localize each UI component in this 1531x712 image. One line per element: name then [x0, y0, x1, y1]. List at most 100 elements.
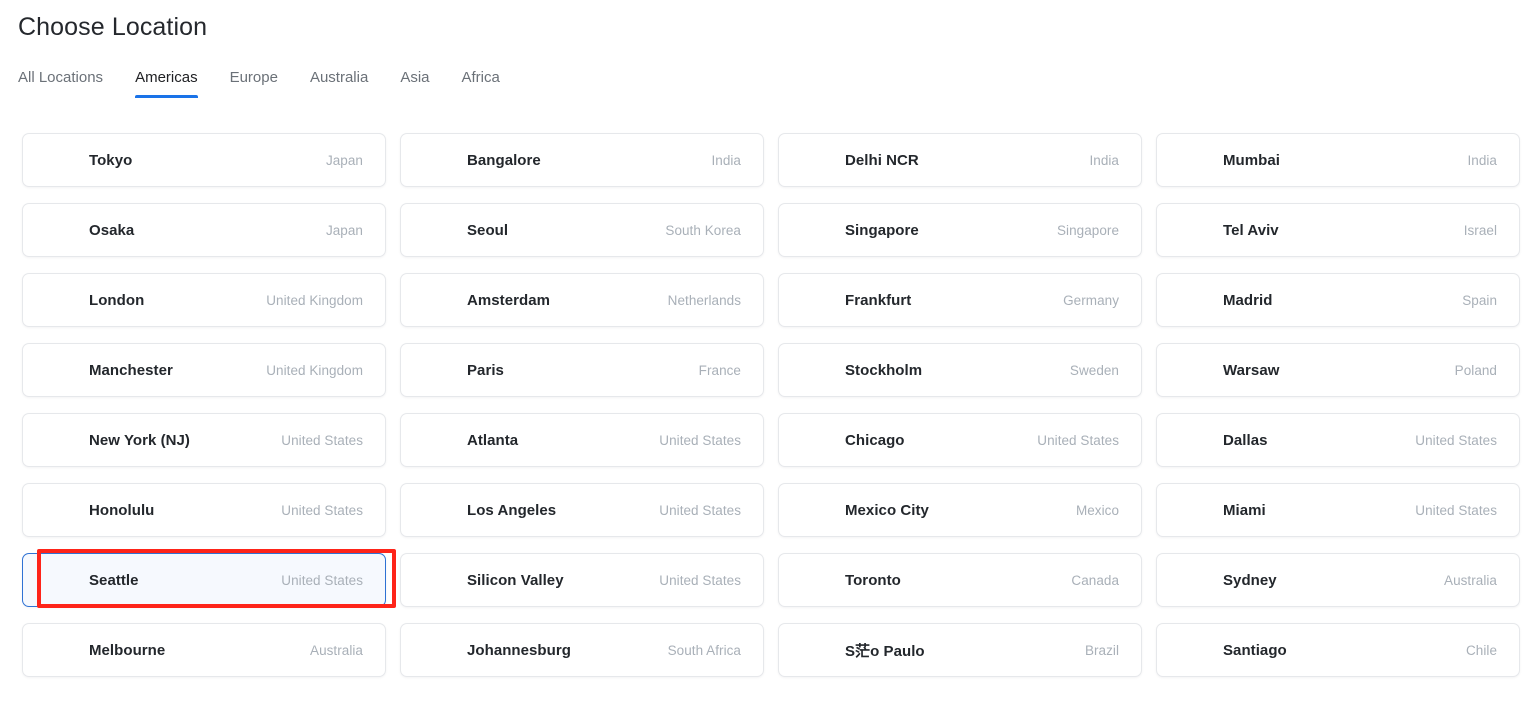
location-country-label: United States: [1415, 502, 1497, 518]
location-card[interactable]: Bangalore India: [400, 133, 764, 187]
location-city-label: Osaka: [89, 221, 135, 239]
location-card[interactable]: Osaka Japan: [22, 203, 386, 257]
location-country-label: Japan: [325, 222, 363, 238]
location-card[interactable]: Delhi NCR India: [778, 133, 1142, 187]
location-city-label: Seattle: [89, 571, 139, 589]
location-city-label: Sydney: [1223, 571, 1277, 589]
tab-australia[interactable]: Australia: [294, 69, 384, 98]
location-country-label: United States: [1037, 432, 1119, 448]
location-city-label: London: [89, 291, 145, 309]
location-card[interactable]: Honolulu United States: [22, 483, 386, 537]
location-card[interactable]: Seoul South Korea: [400, 203, 764, 257]
location-card[interactable]: Manchester United Kingdom: [22, 343, 386, 397]
location-card[interactable]: London United Kingdom: [22, 273, 386, 327]
location-card[interactable]: Tel Aviv Israel: [1156, 203, 1520, 257]
location-country-label: Singapore: [1057, 222, 1119, 238]
location-city-label: Melbourne: [89, 641, 166, 659]
location-card[interactable]: Seattle United States: [22, 553, 386, 607]
location-city-label: Los Angeles: [467, 501, 557, 519]
location-card[interactable]: New York (NJ) United States: [22, 413, 386, 467]
location-country-label: Netherlands: [667, 292, 741, 308]
location-card[interactable]: Frankfurt Germany: [778, 273, 1142, 327]
location-country-label: United Kingdom: [266, 362, 363, 378]
location-card[interactable]: Amsterdam Netherlands: [400, 273, 764, 327]
location-city-label: Seoul: [467, 221, 509, 239]
location-card[interactable]: Mexico City Mexico: [778, 483, 1142, 537]
location-city-label: Delhi NCR: [845, 151, 919, 169]
location-city-label: Miami: [1223, 501, 1266, 519]
location-country-label: Australia: [1444, 572, 1497, 588]
location-country-label: South Korea: [665, 222, 741, 238]
location-card[interactable]: Singapore Singapore: [778, 203, 1142, 257]
location-card[interactable]: Madrid Spain: [1156, 273, 1520, 327]
location-city-label: Johannesburg: [467, 641, 571, 659]
location-card[interactable]: Tokyo Japan: [22, 133, 386, 187]
location-card[interactable]: Johannesburg South Africa: [400, 623, 764, 677]
location-card[interactable]: Miami United States: [1156, 483, 1520, 537]
location-country-label: Israel: [1463, 222, 1497, 238]
location-card[interactable]: Chicago United States: [778, 413, 1142, 467]
location-city-label: Amsterdam: [467, 291, 550, 309]
location-country-label: Mexico: [1075, 502, 1119, 518]
location-city-label: Honolulu: [89, 501, 155, 519]
location-country-label: Germany: [1063, 292, 1119, 308]
location-city-label: S茫o Paulo: [845, 642, 925, 660]
location-city-label: Warsaw: [1223, 361, 1280, 379]
location-grid: Tokyo Japan Bangalore India Delhi NCR India Mu…: [22, 133, 1520, 677]
location-country-label: Chile: [1465, 642, 1497, 658]
location-city-label: Toronto: [845, 571, 901, 589]
location-city-label: Manchester: [89, 361, 173, 379]
location-card[interactable]: Mumbai India: [1156, 133, 1520, 187]
choose-location-page: Choose Location All Locations Americas Eur…: [0, 0, 1531, 712]
location-card[interactable]: Atlanta United States: [400, 413, 764, 467]
tab-europe[interactable]: Europe: [214, 69, 294, 98]
tab-africa[interactable]: Africa: [446, 69, 516, 98]
location-city-label: Paris: [467, 361, 504, 379]
location-city-label: Dallas: [1223, 431, 1268, 449]
location-card[interactable]: Paris France: [400, 343, 764, 397]
location-card[interactable]: Toronto Canada: [778, 553, 1142, 607]
location-city-label: Atlanta: [467, 431, 519, 449]
location-country-label: India: [711, 152, 741, 168]
location-city-label: Mumbai: [1223, 151, 1280, 169]
location-city-label: Bangalore: [467, 151, 541, 169]
location-country-label: Australia: [310, 642, 363, 658]
location-country-label: Spain: [1462, 292, 1497, 308]
location-city-label: Santiago: [1223, 641, 1287, 659]
location-country-label: Japan: [325, 152, 363, 168]
location-city-label: Madrid: [1223, 291, 1273, 309]
location-country-label: Brazil: [1084, 642, 1119, 658]
location-card[interactable]: Melbourne Australia: [22, 623, 386, 677]
location-country-label: United States: [659, 502, 741, 518]
location-card[interactable]: Stockholm Sweden: [778, 343, 1142, 397]
tab-asia[interactable]: Asia: [384, 69, 445, 98]
tab-all-locations[interactable]: All Locations: [18, 69, 119, 98]
location-country-label: United States: [1415, 432, 1497, 448]
location-card[interactable]: Sydney Australia: [1156, 553, 1520, 607]
tab-americas[interactable]: Americas: [119, 69, 214, 98]
location-city-label: Chicago: [845, 431, 905, 449]
location-city-label: Frankfurt: [845, 291, 912, 309]
location-country-label: South Africa: [667, 642, 741, 658]
location-country-label: United States: [281, 432, 363, 448]
location-card[interactable]: S茫o Paulo Brazil: [778, 623, 1142, 677]
location-country-label: India: [1467, 152, 1497, 168]
location-country-label: Poland: [1454, 362, 1497, 378]
location-city-label: Mexico City: [845, 501, 929, 519]
location-country-label: United Kingdom: [266, 292, 363, 308]
location-city-label: Singapore: [845, 221, 919, 239]
location-city-label: Tel Aviv: [1223, 221, 1279, 239]
location-city-label: Silicon Valley: [467, 571, 564, 589]
location-country-label: United States: [659, 432, 741, 448]
location-country-label: Canada: [1071, 572, 1119, 588]
location-card[interactable]: Warsaw Poland: [1156, 343, 1520, 397]
location-city-label: Stockholm: [845, 361, 923, 379]
location-card[interactable]: Dallas United States: [1156, 413, 1520, 467]
location-card[interactable]: Silicon Valley United States: [400, 553, 764, 607]
location-city-label: New York (NJ): [89, 431, 190, 449]
location-card[interactable]: Los Angeles United States: [400, 483, 764, 537]
location-card[interactable]: Santiago Chile: [1156, 623, 1520, 677]
location-country-label: United States: [281, 502, 363, 518]
region-tabs: All Locations Americas Europe Australia Asia…: [18, 69, 516, 98]
location-country-label: United States: [659, 572, 741, 588]
